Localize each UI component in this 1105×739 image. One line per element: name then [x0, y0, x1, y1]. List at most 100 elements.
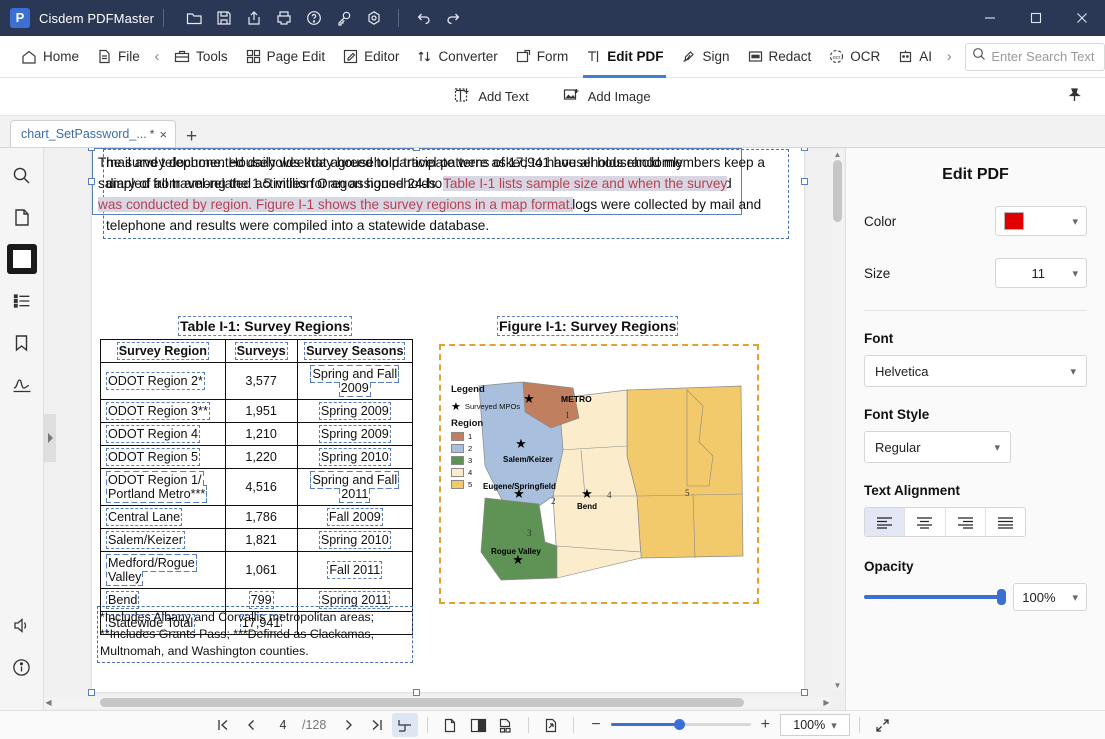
- font-style-select[interactable]: Regular ▾: [864, 431, 1011, 463]
- resize-handle-nw[interactable]: [88, 148, 95, 151]
- minimize-button[interactable]: [967, 0, 1013, 36]
- vertical-scroll-thumb[interactable]: [833, 160, 842, 222]
- scroll-up-arrow[interactable]: ▲: [833, 150, 842, 159]
- table-caption[interactable]: Table I-1: Survey Regions: [177, 316, 353, 336]
- add-text-button[interactable]: Add Text: [454, 87, 529, 107]
- maximize-button[interactable]: [1013, 0, 1059, 36]
- menu-converter[interactable]: Converter: [408, 36, 506, 78]
- resize-handle-sw[interactable]: [88, 689, 95, 696]
- resize-handle-s[interactable]: [413, 689, 420, 696]
- last-page-icon[interactable]: [364, 713, 390, 737]
- table-row[interactable]: ODOT Region 3** 1,951 Spring 2009: [100, 399, 414, 423]
- menu-sign[interactable]: Sign: [672, 36, 738, 78]
- horizontal-scrollbar[interactable]: ◀ ▶: [44, 697, 831, 708]
- redo-icon[interactable]: [438, 5, 468, 31]
- save-icon[interactable]: [209, 5, 239, 31]
- align-center-button[interactable]: [905, 508, 946, 536]
- sidebar-info-icon[interactable]: [7, 652, 37, 682]
- zoom-out-button[interactable]: −: [583, 716, 608, 734]
- pin-icon[interactable]: [1066, 87, 1083, 109]
- prev-page-icon[interactable]: [238, 713, 264, 737]
- continuous-icon[interactable]: [493, 713, 519, 737]
- open-folder-icon[interactable]: [179, 5, 209, 31]
- align-right-button[interactable]: [946, 508, 986, 536]
- menu-redact[interactable]: Redact: [739, 36, 821, 78]
- two-page-icon[interactable]: [465, 713, 491, 737]
- sidebar-expand-handle[interactable]: [44, 414, 56, 462]
- sidebar-thumbnail-icon[interactable]: [7, 202, 37, 232]
- zoom-level-select[interactable]: 100% ▾: [780, 714, 851, 736]
- close-tab-icon[interactable]: ×: [157, 127, 169, 142]
- current-page-input[interactable]: 4: [266, 715, 300, 735]
- survey-region-table[interactable]: Survey Region Surveys Survey Seasons ODO…: [100, 339, 414, 635]
- figure-map-frame[interactable]: ★ ★ ★ ★ ★ METRO Salem/Keizer Eugene/Spri…: [439, 344, 759, 604]
- align-justify-button[interactable]: [986, 508, 1025, 536]
- slider-knob[interactable]: [997, 589, 1006, 605]
- first-page-icon[interactable]: [210, 713, 236, 737]
- zoom-knob[interactable]: [673, 719, 685, 730]
- table-row[interactable]: Salem/Keizer 1,821 Spring 2010: [100, 528, 414, 552]
- zoom-in-button[interactable]: +: [753, 716, 778, 734]
- table-row[interactable]: ODOT Region 2* 3,577 Spring and Fall 2009: [100, 362, 414, 400]
- next-page-icon[interactable]: [336, 713, 362, 737]
- horizontal-scroll-thumb[interactable]: [100, 698, 744, 707]
- menu-edit-pdf[interactable]: Edit PDF: [577, 36, 672, 78]
- zoom-slider[interactable]: [610, 717, 751, 733]
- rotate-view-icon[interactable]: [538, 713, 564, 737]
- table-row[interactable]: ODOT Region 5 1,220 Spring 2010: [100, 445, 414, 469]
- sidebar-annotation-a-icon[interactable]: A: [6, 244, 37, 274]
- settings-icon[interactable]: [359, 5, 389, 31]
- menu-file[interactable]: File: [88, 36, 149, 78]
- search-box[interactable]: [965, 42, 1105, 71]
- menu-tools[interactable]: Tools: [165, 36, 237, 78]
- undo-icon[interactable]: [408, 5, 438, 31]
- sidebar-speaker-icon[interactable]: [7, 610, 37, 640]
- opacity-select[interactable]: 100% ▾: [1013, 583, 1087, 611]
- table-row[interactable]: ODOT Region 1/ Portland Metro*** 4,516 Spr…: [100, 468, 414, 506]
- menu-page-edit[interactable]: Page Edit: [237, 36, 335, 78]
- table-row[interactable]: Medford/Rogue Valley 1,061 Fall 2011: [100, 551, 414, 589]
- print-icon[interactable]: [269, 5, 299, 31]
- fullscreen-icon[interactable]: [869, 713, 895, 737]
- resize-handle-ne[interactable]: [801, 148, 808, 151]
- font-select[interactable]: Helvetica ▾: [864, 355, 1087, 387]
- opacity-slider[interactable]: [864, 588, 1006, 606]
- scroll-down-arrow[interactable]: ▼: [833, 681, 842, 690]
- fit-page-icon[interactable]: [392, 713, 419, 737]
- sidebar-signature-icon[interactable]: [7, 370, 37, 400]
- scroll-right-arrow[interactable]: ▶: [822, 698, 831, 707]
- share-icon[interactable]: [239, 5, 269, 31]
- scroll-left-arrow[interactable]: ◀: [44, 698, 53, 707]
- sidebar-bookmark-icon[interactable]: [7, 328, 37, 358]
- color-picker[interactable]: ▾: [995, 206, 1087, 236]
- menu-home[interactable]: Home: [12, 36, 88, 78]
- resize-handle-w[interactable]: [88, 178, 95, 185]
- pdf-paragraph-2-textbox[interactable]: The survey documented daily weekday hous…: [88, 148, 808, 696]
- menu-form[interactable]: Form: [507, 36, 578, 78]
- close-button[interactable]: [1059, 0, 1105, 36]
- new-tab-button[interactable]: +: [186, 127, 197, 146]
- menu-ai[interactable]: AI: [889, 36, 941, 78]
- resize-handle-n[interactable]: [413, 148, 420, 151]
- resize-handle-se[interactable]: [801, 689, 808, 696]
- size-select[interactable]: 11 ▾: [995, 258, 1087, 288]
- align-left-button[interactable]: [865, 508, 906, 536]
- resize-handle-e[interactable]: [801, 178, 808, 185]
- toolbar-scroll-right-icon[interactable]: ›: [941, 36, 957, 78]
- table-footnote[interactable]: *Includes Albany and Corvallis metropoli…: [97, 606, 413, 663]
- menu-editor[interactable]: Editor: [334, 36, 408, 78]
- figure-caption[interactable]: Figure I-1: Survey Regions: [496, 316, 679, 336]
- menu-ocr[interactable]: ocr OCR: [820, 36, 889, 78]
- sidebar-outline-list-icon[interactable]: [7, 286, 37, 316]
- toolbar-scroll-left-icon[interactable]: ‹: [149, 36, 165, 78]
- sidebar-search-icon[interactable]: [7, 160, 37, 190]
- search-input[interactable]: [991, 49, 1098, 64]
- add-image-button[interactable]: Add Image: [563, 87, 651, 107]
- document-viewer[interactable]: mail and telephone. Households that agre…: [44, 148, 845, 710]
- help-icon[interactable]: [299, 5, 329, 31]
- document-tab[interactable]: chart_SetPassword_... * ×: [10, 120, 177, 147]
- table-row[interactable]: Central Lane 1,786 Fall 2009: [100, 505, 414, 529]
- key-icon[interactable]: [329, 5, 359, 31]
- vertical-scrollbar[interactable]: ▲ ▼: [832, 150, 843, 690]
- single-page-icon[interactable]: [437, 713, 463, 737]
